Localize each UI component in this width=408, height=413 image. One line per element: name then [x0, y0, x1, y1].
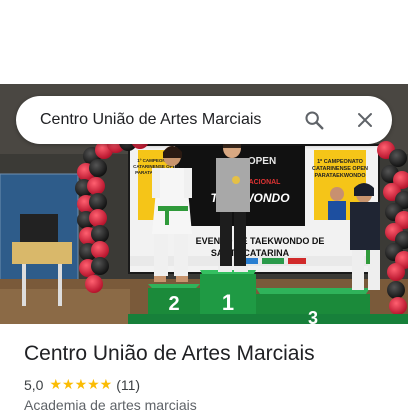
- top-blank-area: [0, 0, 408, 84]
- banner-right-line1: 1º CAMPEONATO: [317, 159, 364, 165]
- search-button[interactable]: [298, 104, 330, 136]
- rating-value: 5,0: [24, 376, 44, 393]
- podium-second-number: 2: [168, 293, 179, 315]
- chair: [20, 214, 58, 244]
- banner-open-text: OPEN: [248, 156, 276, 167]
- podium-third-number: 3: [308, 308, 318, 324]
- rating-stars: ★★★★★: [49, 376, 113, 392]
- search-input[interactable]: Centro União de Artes Marciais: [40, 96, 261, 144]
- search-bar[interactable]: Centro União de Artes Marciais: [16, 96, 392, 144]
- banner-right-line2: CATARINENSE OPEN: [312, 166, 368, 172]
- review-count[interactable]: (11): [116, 377, 140, 393]
- place-info-panel[interactable]: Centro União de Artes Marciais 5,0 ★★★★★…: [0, 324, 408, 413]
- place-title[interactable]: Centro União de Artes Marciais: [24, 342, 315, 366]
- rating-row[interactable]: 5,0 ★★★★★ (11): [24, 376, 140, 393]
- podium-first-number: 1: [222, 290, 234, 315]
- close-button[interactable]: [349, 104, 381, 136]
- place-category: Academia de artes marciais: [24, 397, 197, 413]
- close-icon: [358, 113, 372, 127]
- banner-evento-text: EVENTO DE TAEKWONDO DE: [196, 236, 325, 246]
- search-icon: [305, 111, 324, 130]
- banner-right-line3: PARATAEKWONDO: [314, 173, 366, 179]
